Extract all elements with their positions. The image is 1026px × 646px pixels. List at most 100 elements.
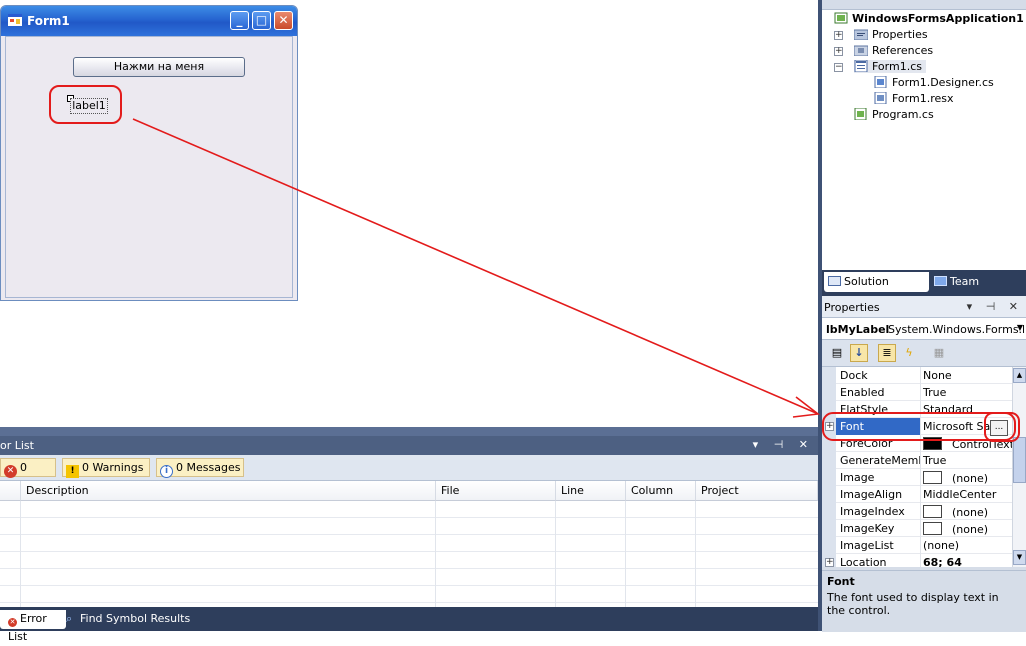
error-list-grid: Description File Line Column Project — [0, 481, 818, 607]
property-row-generatemember[interactable]: GenerateMembeTrue — [822, 452, 1012, 469]
property-description-pane: Font The font used to display text in th… — [822, 570, 1026, 632]
property-row-location[interactable]: + Location 68; 64 — [822, 554, 1012, 567]
selected-object-type: System.Windows.Forms.l — [888, 323, 1026, 336]
tab-team-explorer[interactable]: Team Explorer — [934, 272, 1026, 307]
property-name: ImageIndex — [840, 505, 905, 518]
solution-explorer-toolbar[interactable] — [822, 0, 1026, 10]
column-header-file[interactable]: File — [436, 481, 556, 501]
events-button[interactable]: ϟ — [900, 344, 918, 362]
property-name: Enabled — [840, 386, 885, 399]
alphabetical-button[interactable]: ↓ — [850, 344, 868, 362]
tree-node-references[interactable]: References — [854, 44, 933, 57]
property-grid: Dock None Enabled True FlatStyle Standard +… — [822, 367, 1012, 567]
solution-explorer-panel: WindowsFormsApplication1 + Properties + … — [818, 0, 1026, 307]
properties-title-bar[interactable]: Properties ▾ ⊣ ✕ — [822, 296, 1026, 318]
property-value[interactable]: (none) — [923, 505, 988, 519]
panel-splitter[interactable] — [0, 427, 818, 436]
error-list-window-buttons[interactable]: ▾ ⊣ ✕ — [753, 438, 814, 451]
expand-toggle[interactable]: + — [834, 47, 843, 56]
image-swatch — [923, 522, 942, 535]
object-selector-dropdown[interactable]: lbMyLabel System.Windows.Forms.l ▼ — [822, 318, 1026, 340]
minimize-button[interactable]: _ — [230, 11, 249, 30]
close-button[interactable]: ✕ — [274, 11, 293, 30]
errors-filter-button[interactable]: ✕0 Errors — [0, 458, 56, 493]
column-divider — [555, 501, 556, 607]
form-designer-surface[interactable]: Form1 _ □ ✕ Нажми на меня label1 — [0, 0, 818, 427]
tree-node-form1-resx[interactable]: Form1.resx — [874, 92, 954, 105]
tree-node-form1-designer-cs[interactable]: Form1.Designer.cs — [874, 76, 994, 89]
property-value[interactable]: (none) — [923, 522, 988, 536]
tree-node-label: Form1.cs — [872, 60, 922, 73]
property-name: Location — [840, 556, 887, 567]
property-name: ImageKey — [840, 522, 895, 535]
property-value[interactable]: (none) — [923, 471, 988, 485]
property-row-imageindex[interactable]: ImageIndex (none) — [822, 503, 1012, 520]
form-file-icon — [854, 60, 868, 72]
expand-toggle[interactable]: + — [834, 31, 843, 40]
tab-find-symbol-label: Find Symbol Results — [80, 612, 191, 625]
error-list-tab-icon: ✕ — [8, 618, 17, 627]
error-list-title-bar[interactable]: or List ▾ ⊣ ✕ — [0, 436, 818, 455]
tree-node-form1-cs[interactable]: Form1.cs — [854, 60, 926, 73]
expand-toggle[interactable]: + — [825, 558, 834, 567]
bottom-tab-strip: ✕ Error List ⌕ Find Symbol Results — [0, 607, 818, 643]
property-value[interactable]: MiddleCenter — [923, 488, 996, 501]
form1-window[interactable]: Form1 _ □ ✕ Нажми на меня label1 — [0, 5, 298, 301]
form1-client-area[interactable]: Нажми на меня label1 — [5, 36, 293, 298]
description-title: Font — [827, 575, 855, 588]
solution-explorer-tab-strip: Solution Explo... Team Explorer — [822, 270, 1026, 307]
scroll-up-arrow-icon[interactable]: ▲ — [1013, 368, 1026, 383]
team-explorer-tab-icon — [934, 276, 947, 286]
property-row-imagekey[interactable]: ImageKey (none) — [822, 520, 1012, 537]
form1-title-bar[interactable]: Form1 _ □ ✕ — [1, 6, 297, 36]
property-pages-button[interactable]: ▦ — [930, 344, 948, 362]
tab-solution-explorer[interactable]: Solution Explo... — [824, 272, 929, 307]
warnings-count-label: 0 Warnings — [82, 461, 144, 474]
property-row-image[interactable]: Image (none) — [822, 469, 1012, 486]
column-header-line[interactable]: Line — [556, 481, 626, 501]
properties-list-icon: ≣ — [882, 346, 892, 359]
property-value[interactable]: None — [923, 369, 952, 382]
column-header-project[interactable]: Project — [696, 481, 818, 501]
column-divider — [435, 501, 436, 607]
tree-node-label: References — [872, 44, 934, 57]
property-grid-scrollbar[interactable]: ▲ ▼ — [1012, 367, 1026, 567]
form1-title: Form1 — [27, 14, 70, 28]
property-value[interactable]: True — [923, 454, 946, 467]
property-row-imagelist[interactable]: ImageList (none) — [822, 537, 1012, 554]
properties-view-button[interactable]: ≣ — [878, 344, 896, 362]
tree-node-properties[interactable]: Properties — [854, 28, 928, 41]
scroll-down-arrow-icon[interactable]: ▼ — [1013, 550, 1026, 565]
tree-node-solution-project[interactable]: WindowsFormsApplication1 — [834, 12, 1024, 25]
click-me-button[interactable]: Нажми на меня — [73, 57, 245, 77]
maximize-button[interactable]: □ — [252, 11, 271, 30]
categorized-button[interactable]: ▤ — [828, 344, 846, 362]
property-name: Dock — [840, 369, 868, 382]
dropdown-arrow-icon[interactable]: ▼ — [1017, 323, 1023, 332]
property-pages-icon: ▦ — [933, 346, 945, 359]
property-value[interactable]: 68; 64 — [923, 556, 962, 567]
column-header-description[interactable]: Description — [21, 481, 436, 501]
csharp-project-icon — [834, 12, 848, 24]
tree-node-program-cs[interactable]: Program.cs — [854, 108, 934, 121]
properties-folder-icon — [854, 29, 868, 40]
tab-find-symbol-results[interactable]: ⌕ Find Symbol Results — [62, 610, 194, 629]
property-value[interactable]: True — [923, 386, 946, 399]
column-header-icon[interactable] — [0, 481, 21, 501]
property-row-dock[interactable]: Dock None — [822, 367, 1012, 384]
collapse-toggle[interactable]: − — [834, 63, 843, 72]
property-name: GenerateMembe — [840, 454, 920, 467]
tab-error-list[interactable]: ✕ Error List — [0, 610, 66, 643]
messages-filter-button[interactable]: i0 Messages — [156, 458, 244, 478]
scrollbar-thumb[interactable] — [1013, 437, 1026, 483]
properties-window-buttons[interactable]: ▾ ⊣ ✕ — [967, 300, 1023, 313]
property-row-enabled[interactable]: Enabled True — [822, 384, 1012, 401]
property-value[interactable]: (none) — [923, 539, 959, 552]
property-row-imagealign[interactable]: ImageAlign MiddleCenter — [822, 486, 1012, 503]
image-swatch — [923, 471, 942, 484]
column-header-column[interactable]: Column — [626, 481, 696, 501]
image-swatch — [923, 505, 942, 518]
tree-node-label: Form1.resx — [892, 92, 954, 105]
property-value-text: (none) — [952, 523, 989, 536]
warnings-filter-button[interactable]: ! 0 Warnings — [62, 458, 150, 478]
